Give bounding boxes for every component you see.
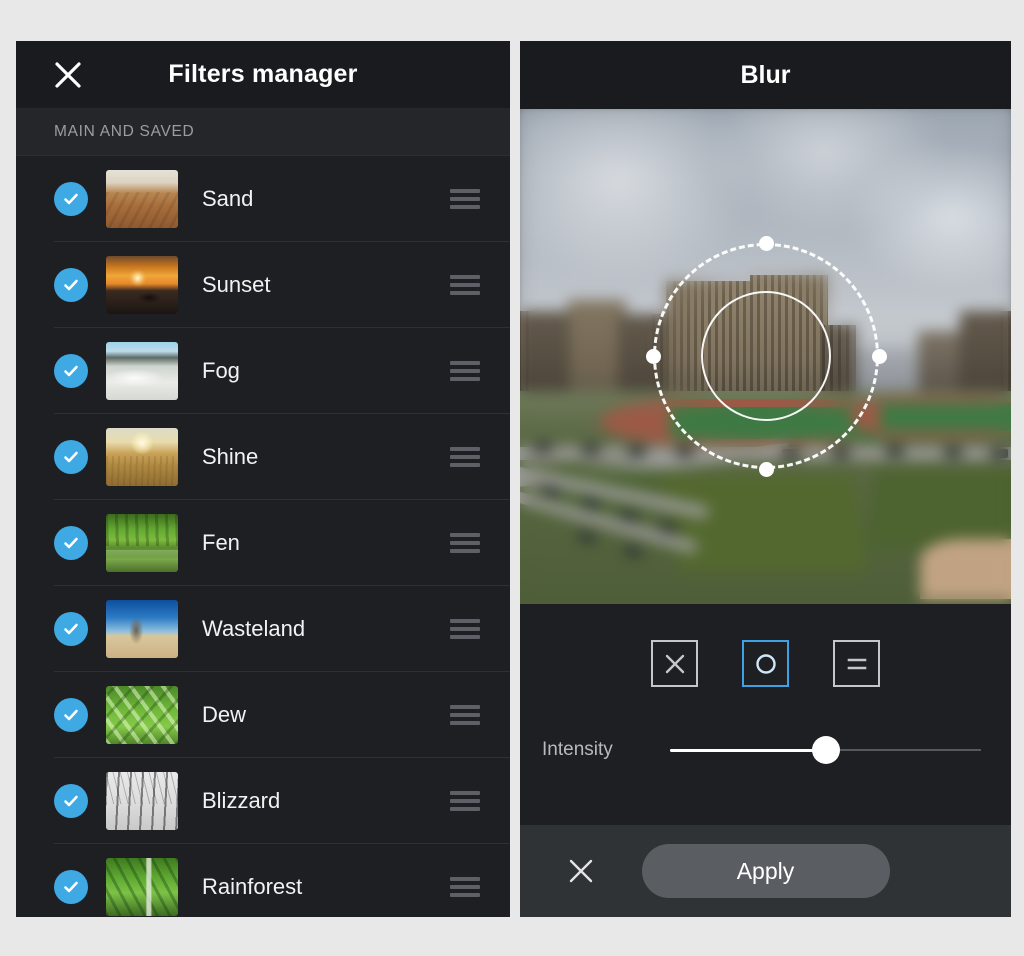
list-item[interactable]: Fog — [16, 328, 510, 414]
blur-mode-none-button[interactable] — [651, 640, 698, 687]
drag-handle-icon[interactable] — [450, 877, 480, 897]
blur-mode-group — [520, 604, 1011, 687]
drag-handle-icon[interactable] — [450, 705, 480, 725]
filter-name: Wasteland — [202, 616, 450, 642]
filter-thumbnail — [106, 256, 178, 314]
blur-mode-linear-button[interactable] — [833, 640, 880, 687]
filter-name: Sunset — [202, 272, 450, 298]
filters-manager-panel: Filters manager MAIN AND SAVED Sand — [16, 41, 510, 917]
checkbox-checked-icon[interactable] — [54, 784, 88, 818]
blur-handle-left[interactable] — [646, 349, 661, 364]
checkbox-checked-icon[interactable] — [54, 354, 88, 388]
filter-thumbnail — [106, 342, 178, 400]
checkbox-checked-icon[interactable] — [54, 612, 88, 646]
blur-controls: Intensity — [520, 604, 1011, 825]
filter-name: Fen — [202, 530, 450, 556]
drag-handle-icon[interactable] — [450, 275, 480, 295]
checkbox-checked-icon[interactable] — [54, 698, 88, 732]
intensity-slider[interactable] — [670, 735, 981, 765]
list-item[interactable]: Blizzard — [16, 758, 510, 844]
filter-name: Fog — [202, 358, 450, 384]
blur-editor-panel: Blur — [520, 41, 1011, 917]
list-item[interactable]: Fen — [16, 500, 510, 586]
blur-mode-radial-button[interactable] — [742, 640, 789, 687]
list-item[interactable]: Wasteland — [16, 586, 510, 672]
filter-thumbnail — [106, 170, 178, 228]
intensity-label: Intensity — [542, 739, 670, 761]
drag-handle-icon[interactable] — [450, 533, 480, 553]
apply-button[interactable]: Apply — [642, 844, 890, 898]
close-x-icon — [664, 653, 686, 675]
intensity-slider-row: Intensity — [520, 735, 1011, 765]
linear-lines-icon — [845, 652, 869, 676]
filter-name: Sand — [202, 186, 450, 212]
drag-handle-icon[interactable] — [450, 791, 480, 811]
filter-name: Dew — [202, 702, 450, 728]
checkbox-checked-icon[interactable] — [54, 440, 88, 474]
filter-thumbnail — [106, 514, 178, 572]
apply-bar: Apply — [520, 825, 1011, 917]
checkbox-checked-icon[interactable] — [54, 526, 88, 560]
slider-thumb[interactable] — [812, 736, 840, 764]
blur-handle-top[interactable] — [759, 236, 774, 251]
drag-handle-icon[interactable] — [450, 447, 480, 467]
photo-preview[interactable] — [520, 109, 1011, 604]
checkbox-checked-icon[interactable] — [54, 870, 88, 904]
close-x-icon[interactable] — [54, 61, 82, 89]
list-item[interactable]: Sand — [16, 156, 510, 242]
section-header-main-and-saved: MAIN AND SAVED — [16, 109, 510, 156]
drag-handle-icon[interactable] — [450, 189, 480, 209]
filters-list: Sand Sunset Fog — [16, 156, 510, 917]
filters-manager-header: Filters manager — [16, 41, 510, 109]
filter-thumbnail — [106, 428, 178, 486]
list-item[interactable]: Dew — [16, 672, 510, 758]
list-item[interactable]: Sunset — [16, 242, 510, 328]
page-title: Blur — [741, 61, 791, 90]
photo-blur-mask — [520, 109, 1011, 604]
blur-editor-header: Blur — [520, 41, 1011, 109]
filter-thumbnail — [106, 686, 178, 744]
page-title: Filters manager — [16, 60, 510, 89]
filter-thumbnail — [106, 600, 178, 658]
list-item[interactable]: Rainforest — [16, 844, 510, 917]
slider-fill — [670, 749, 826, 752]
filter-name: Blizzard — [202, 788, 450, 814]
filter-thumbnail — [106, 772, 178, 830]
close-x-icon[interactable] — [568, 858, 594, 884]
drag-handle-icon[interactable] — [450, 361, 480, 381]
filter-name: Shine — [202, 444, 450, 470]
checkbox-checked-icon[interactable] — [54, 182, 88, 216]
section-header-label: MAIN AND SAVED — [54, 123, 194, 141]
filter-thumbnail — [106, 858, 178, 916]
circle-icon — [754, 652, 778, 676]
checkbox-checked-icon[interactable] — [54, 268, 88, 302]
list-item[interactable]: Shine — [16, 414, 510, 500]
blur-handle-right[interactable] — [872, 349, 887, 364]
blur-handle-bottom[interactable] — [759, 462, 774, 477]
drag-handle-icon[interactable] — [450, 619, 480, 639]
filter-name: Rainforest — [202, 874, 450, 900]
apply-button-label: Apply — [737, 858, 795, 885]
